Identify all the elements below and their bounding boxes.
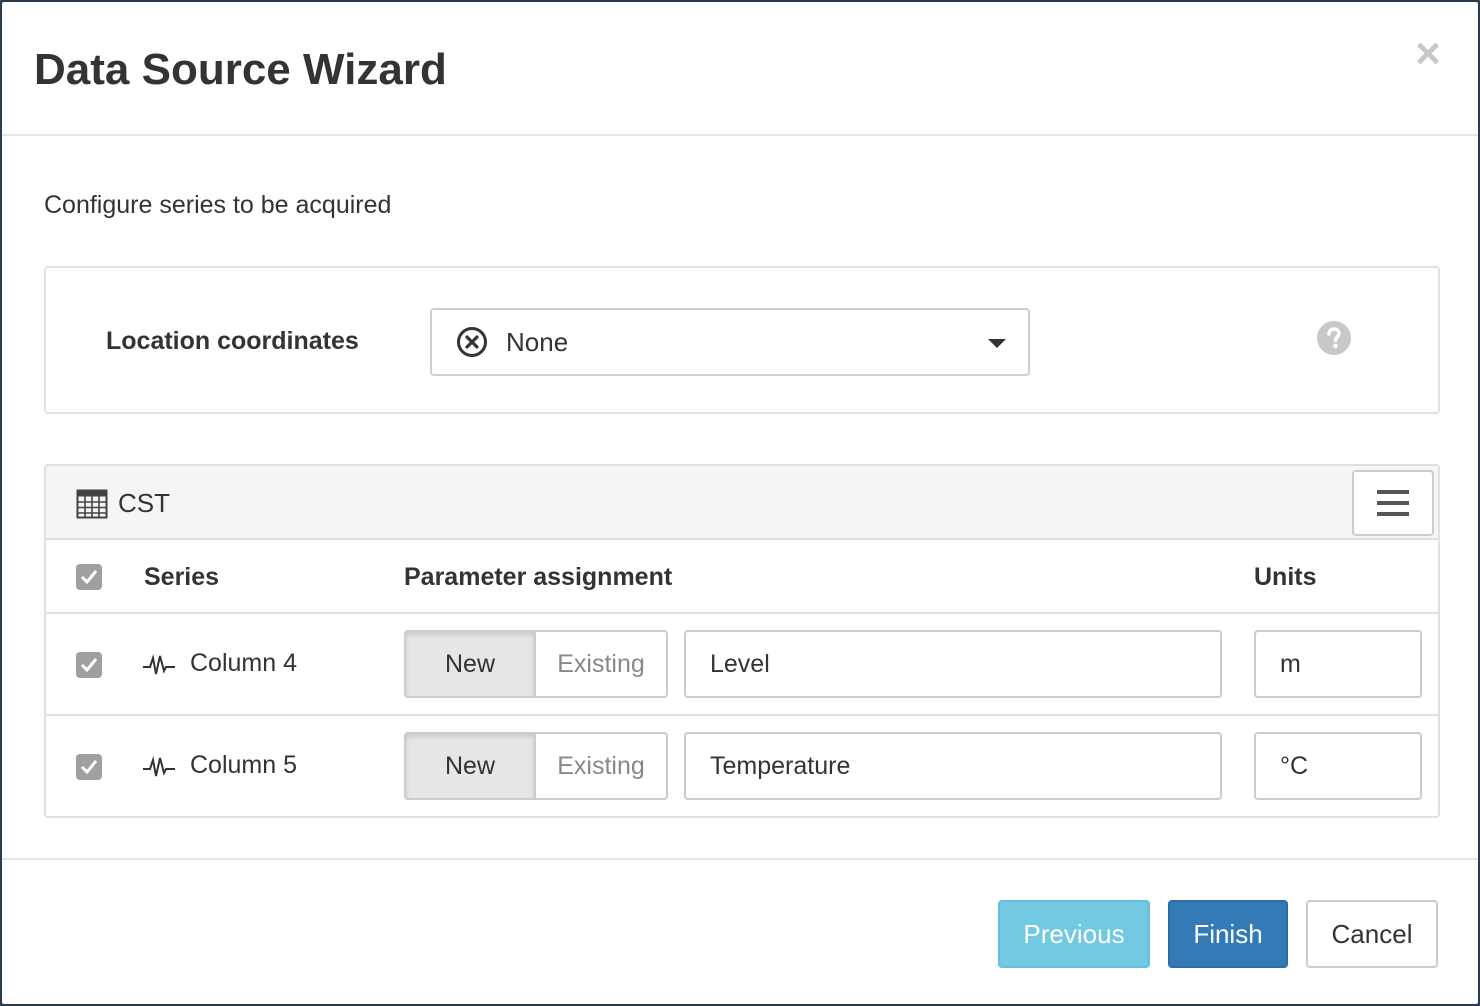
check-icon: [80, 570, 98, 585]
series-name: Column 5: [190, 751, 297, 779]
series-table-panel: CST Series Parameter assignment Units Co…: [44, 464, 1440, 818]
hamburger-menu-icon: [1377, 501, 1409, 505]
waveform-icon: [143, 756, 175, 777]
table-header-row: Series Parameter assignment Units: [46, 540, 1438, 614]
header-units: Units: [1254, 563, 1317, 591]
dialog-footer: Previous Finish Cancel: [2, 858, 1478, 1004]
new-button[interactable]: New: [404, 732, 536, 800]
check-icon: [80, 658, 98, 673]
location-coordinates-select[interactable]: None: [430, 308, 1030, 376]
dialog-header: Data Source Wizard ×: [2, 2, 1478, 136]
new-button[interactable]: New: [404, 630, 536, 698]
assignment-mode-toggle: New Existing: [404, 732, 668, 800]
panel-heading: CST: [46, 466, 1438, 540]
hamburger-menu-icon: [1377, 512, 1409, 516]
series-name: Column 4: [190, 649, 297, 677]
location-panel: Location coordinates None: [44, 266, 1440, 414]
close-button[interactable]: ×: [1408, 32, 1448, 76]
header-series: Series: [144, 563, 220, 591]
select-all-checkbox[interactable]: [76, 564, 102, 590]
chevron-down-icon: [988, 339, 1006, 348]
cancel-button[interactable]: Cancel: [1306, 900, 1438, 968]
circle-x-icon: [457, 327, 487, 357]
panel-title: CST: [118, 488, 170, 518]
table-row: Column 4 New Existing Level m: [46, 614, 1438, 716]
finish-button[interactable]: Finish: [1168, 900, 1288, 968]
dialog-title: Data Source Wizard: [34, 45, 447, 94]
location-selected-value: None: [506, 327, 569, 357]
existing-button[interactable]: Existing: [534, 732, 668, 800]
table-row: Column 5 New Existing Temperature °C: [46, 716, 1438, 816]
table-icon: [76, 489, 108, 519]
unit-input[interactable]: °C: [1254, 732, 1422, 800]
row-checkbox[interactable]: [76, 754, 102, 780]
data-source-wizard-dialog: Data Source Wizard × Configure series to…: [0, 0, 1480, 1006]
location-coordinates-label: Location coordinates: [106, 327, 359, 355]
intro-text: Configure series to be acquired: [44, 191, 392, 219]
parameter-name-input[interactable]: Level: [684, 630, 1222, 698]
existing-button[interactable]: Existing: [534, 630, 668, 698]
unit-input[interactable]: m: [1254, 630, 1422, 698]
row-checkbox[interactable]: [76, 652, 102, 678]
parameter-name-input[interactable]: Temperature: [684, 732, 1222, 800]
assignment-mode-toggle: New Existing: [404, 630, 668, 698]
hamburger-menu-icon: [1377, 490, 1409, 494]
check-icon: [80, 760, 98, 775]
header-parameter-assignment: Parameter assignment: [404, 563, 673, 591]
previous-button[interactable]: Previous: [998, 900, 1150, 968]
table-menu-button[interactable]: [1352, 470, 1434, 536]
waveform-icon: [143, 654, 175, 675]
question-circle-icon[interactable]: [1316, 320, 1352, 356]
